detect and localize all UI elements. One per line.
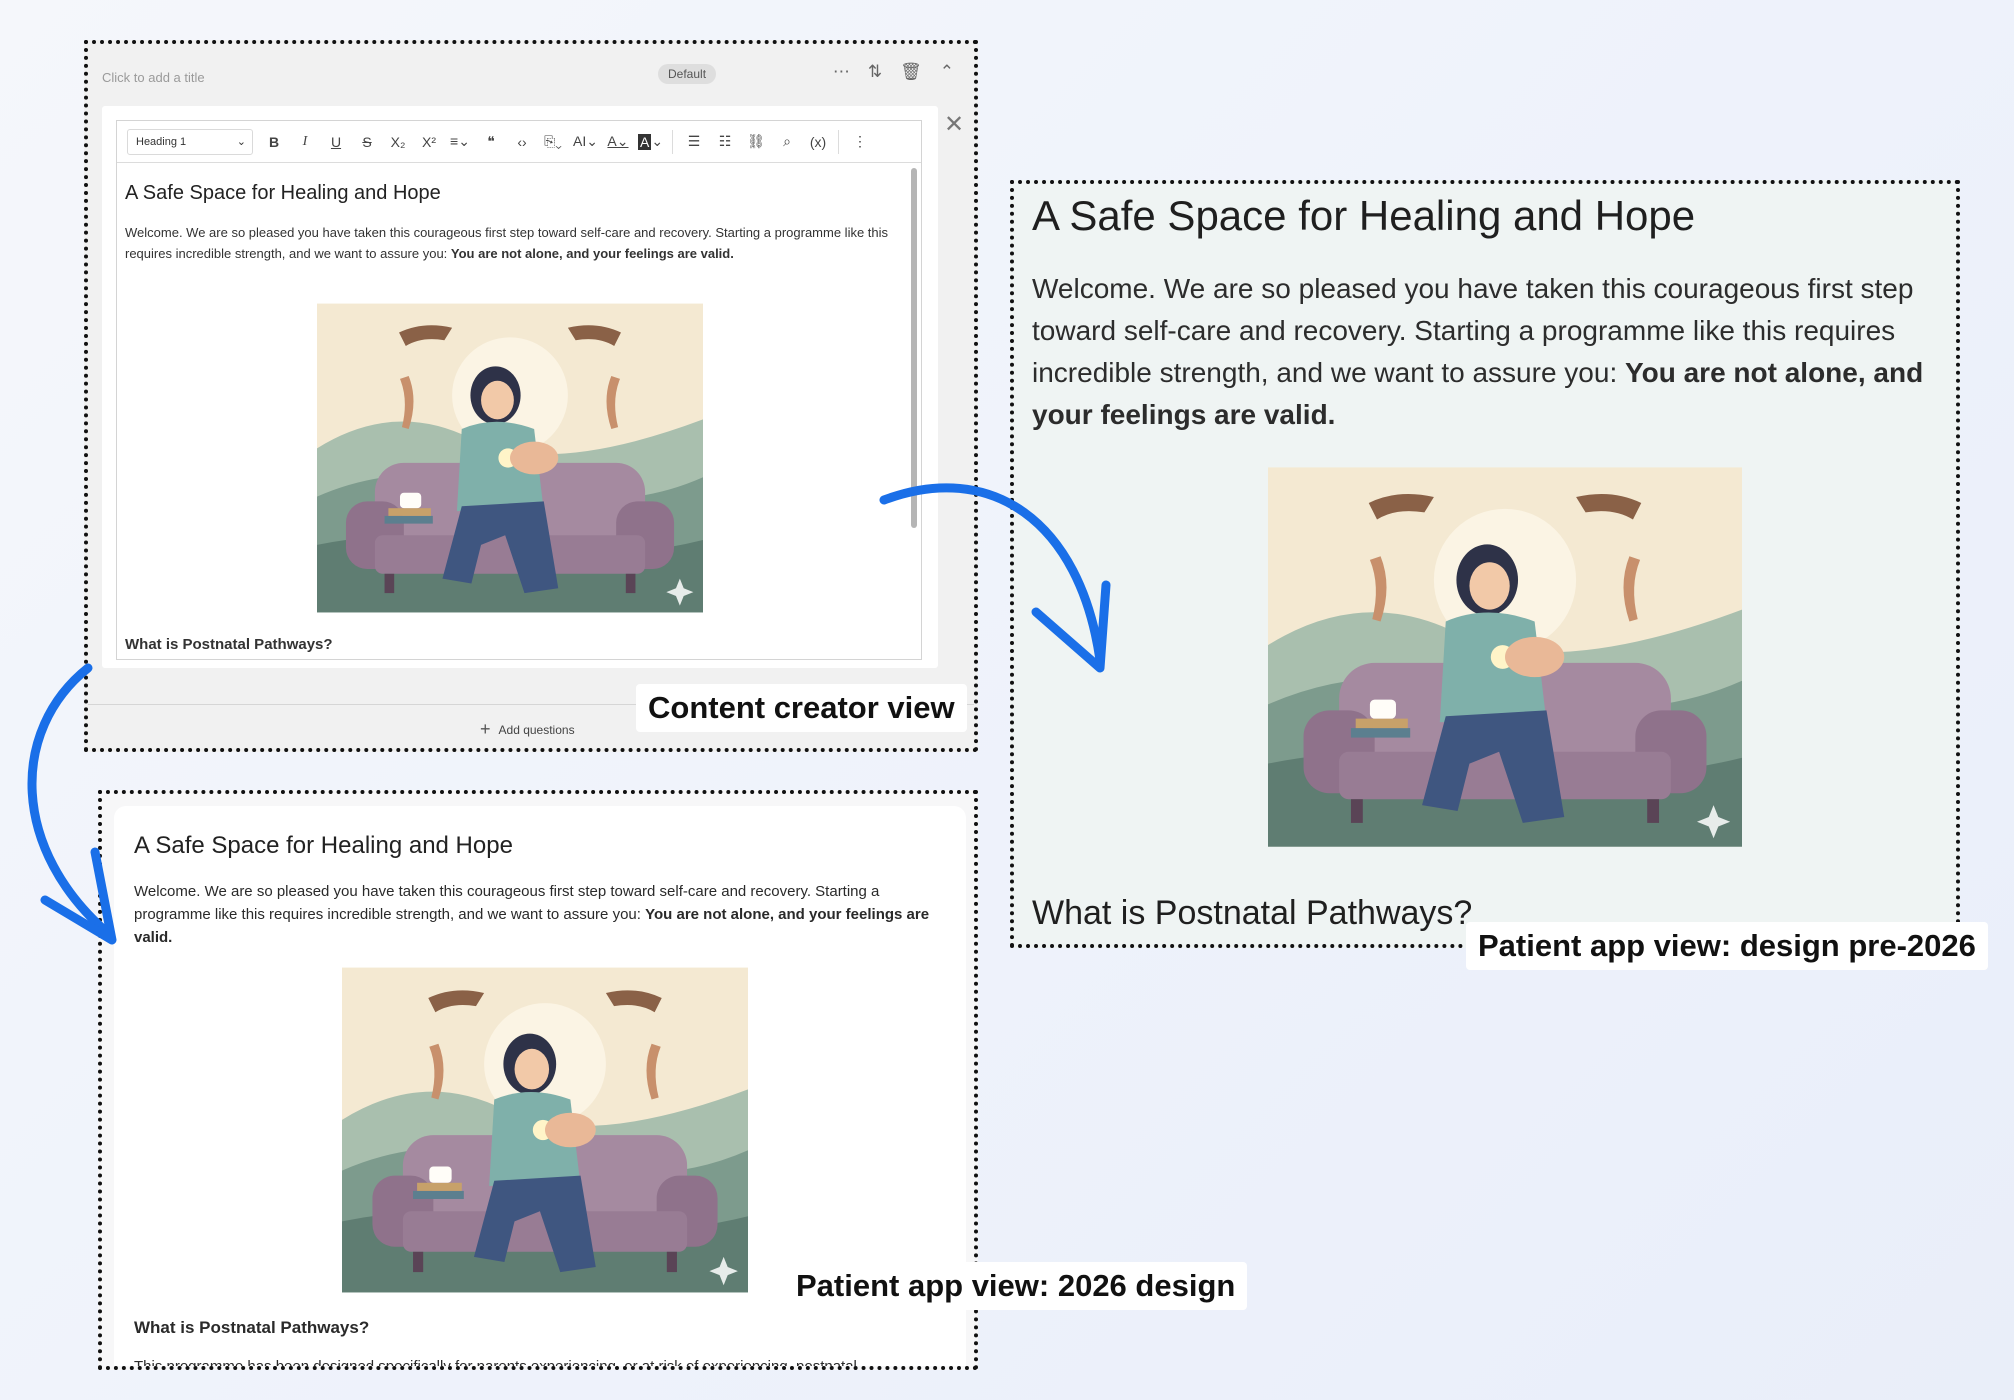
toolbar-divider: [672, 129, 674, 154]
intro-emphasis: You are not alone, and your feelings are…: [450, 246, 734, 261]
variable-button[interactable]: (x): [807, 129, 829, 155]
caption-content-creator: Content creator view: [636, 684, 967, 732]
rich-text-editor[interactable]: Heading 1 ⌄ B I U S X₂ X² ≡⌄ ❝ ‹› ⎘⌄ AI⌄…: [116, 120, 922, 660]
more-options-icon[interactable]: ⋮: [849, 129, 871, 155]
align-button[interactable]: ≡⌄: [449, 129, 471, 155]
intro-paragraph: Welcome. We are so pleased you have take…: [134, 880, 954, 949]
editor-card: Heading 1 ⌄ B I U S X₂ X² ≡⌄ ❝ ‹› ⎘⌄ AI⌄…: [102, 106, 938, 668]
intro-paragraph: Welcome. We are so pleased you have take…: [125, 222, 895, 264]
chevron-down-icon: ⌄: [236, 136, 246, 148]
reorder-icon[interactable]: ⇅: [868, 62, 882, 82]
mother-baby-illustration: [1268, 464, 1742, 850]
more-icon[interactable]: ⋯: [833, 62, 850, 82]
caption-pre2026-design: Patient app view: design pre-2026: [1466, 922, 1988, 970]
title-placeholder[interactable]: Click to add a title: [102, 70, 205, 85]
font-size-button[interactable]: AI⌄: [573, 129, 598, 155]
block-header: Click to add a title Default ⋯ ⇅ 🗑 ⌃: [102, 58, 960, 98]
default-badge[interactable]: Default: [658, 64, 717, 84]
editor-content[interactable]: A Safe Space for Healing and Hope Welcom…: [117, 164, 921, 659]
insert-icon[interactable]: ⎘⌄: [542, 129, 564, 155]
section-heading: What is Postnatal Pathways?: [125, 636, 333, 653]
highlight-button[interactable]: A ⌄: [637, 129, 663, 155]
add-questions-button[interactable]: + Add questions: [480, 719, 575, 740]
toolbar-divider: [838, 129, 840, 154]
heading-style-value: Heading 1: [136, 135, 187, 148]
superscript-button[interactable]: X²: [418, 129, 440, 155]
quote-icon[interactable]: ❝: [480, 129, 502, 155]
bold-button[interactable]: B: [263, 129, 285, 155]
trash-icon[interactable]: 🗑: [900, 62, 922, 82]
search-icon[interactable]: ⌕: [776, 129, 798, 155]
italic-button[interactable]: I: [294, 129, 316, 155]
code-icon[interactable]: ‹›: [511, 129, 533, 155]
page-heading: A Safe Space for Healing and Hope: [134, 832, 513, 859]
bullet-list-icon[interactable]: ☰: [683, 129, 705, 155]
mother-baby-illustration: [342, 966, 748, 1294]
close-icon[interactable]: ✕: [944, 110, 964, 139]
numbered-list-icon[interactable]: ☷: [714, 129, 736, 155]
scrollbar[interactable]: [911, 168, 917, 528]
caption-2026-design: Patient app view: 2026 design: [784, 1262, 1248, 1310]
plus-icon: +: [480, 719, 491, 739]
content-creator-panel: Click to add a title Default ⋯ ⇅ 🗑 ⌃ Hea…: [84, 40, 978, 752]
heading-style-select[interactable]: Heading 1 ⌄: [127, 128, 253, 155]
editor-toolbar: Heading 1 ⌄ B I U S X₂ X² ≡⌄ ❝ ‹› ⎘⌄ AI⌄…: [117, 121, 921, 163]
add-questions-label: Add questions: [498, 722, 575, 737]
section-heading: What is Postnatal Pathways?: [1032, 894, 1473, 932]
subscript-button[interactable]: X₂: [387, 129, 409, 155]
section-heading: What is Postnatal Pathways?: [134, 1318, 370, 1337]
page-heading: A Safe Space for Healing and Hope: [1032, 192, 1696, 239]
strikethrough-button[interactable]: S: [356, 129, 378, 155]
page-heading: A Safe Space for Healing and Hope: [125, 182, 441, 204]
mother-baby-illustration: [317, 302, 703, 614]
text-color-button[interactable]: A⌄: [607, 129, 629, 155]
collapse-icon[interactable]: ⌃: [940, 62, 954, 82]
block-actions: ⋯ ⇅ 🗑 ⌃: [833, 62, 954, 82]
link-icon[interactable]: ⛓: [745, 129, 767, 155]
section-paragraph: This programme has been designed specifi…: [134, 1358, 857, 1370]
patient-app-pre2026-panel: A Safe Space for Healing and Hope Welcom…: [1010, 180, 1960, 948]
intro-paragraph: Welcome. We are so pleased you have take…: [1032, 268, 1952, 436]
underline-button[interactable]: U: [325, 129, 347, 155]
